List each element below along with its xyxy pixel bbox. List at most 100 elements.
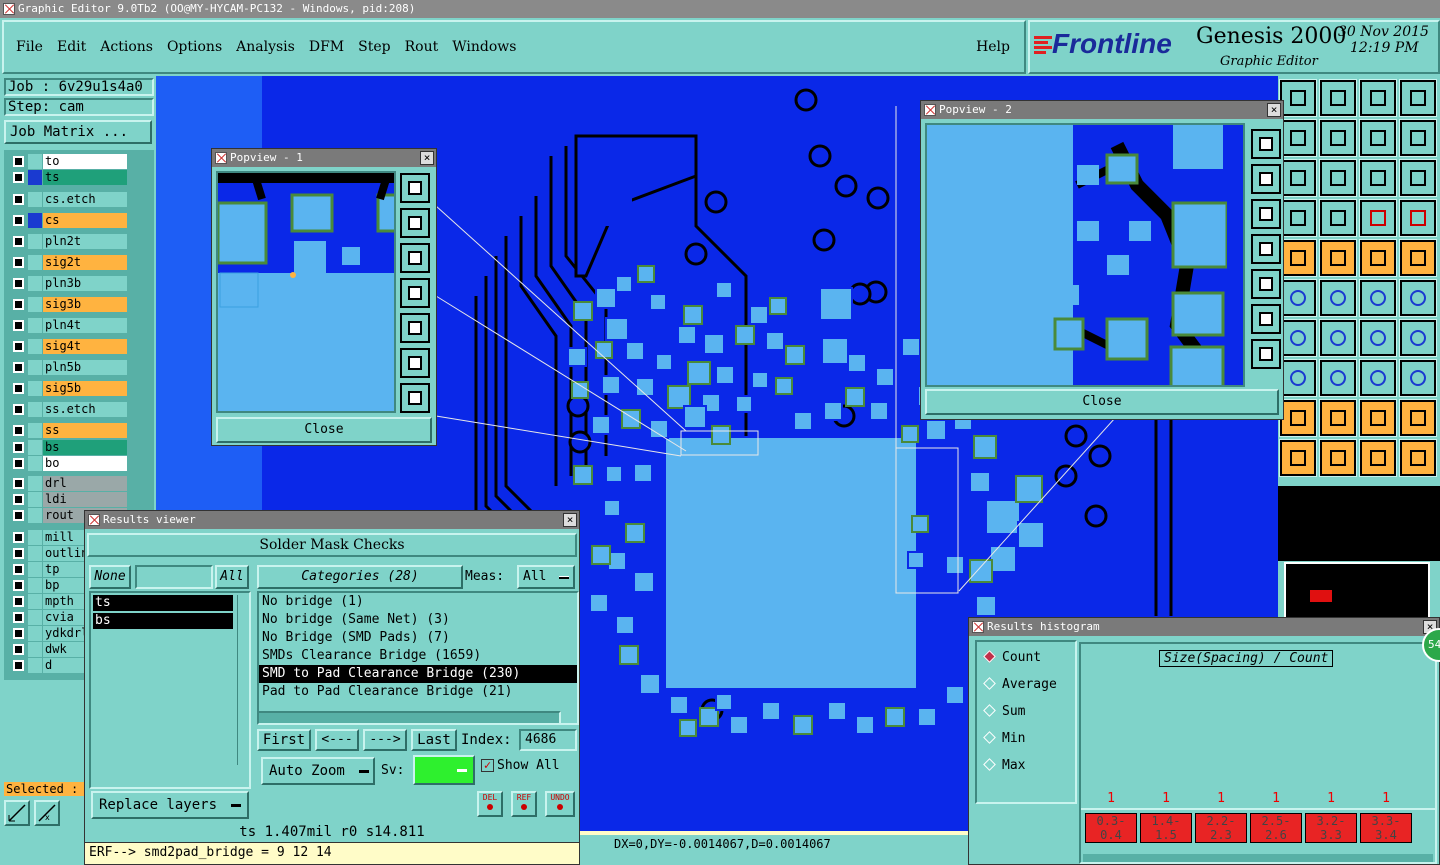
tool-ff-button[interactable]	[1399, 319, 1437, 357]
category-item[interactable]: SMD to Pad Clearance Bridge (230)	[259, 665, 577, 683]
results-viewer-close-icon[interactable]: ×	[563, 513, 577, 527]
layer-checkbox[interactable]	[13, 548, 24, 559]
popview-2-tool-0-button[interactable]	[1251, 129, 1281, 159]
layer-row-to[interactable]: to	[10, 154, 128, 169]
layer-row-ss.etch[interactable]: ss.etch	[10, 402, 128, 417]
tool-draw-button[interactable]	[1319, 239, 1357, 277]
tool-path-button[interactable]	[1399, 439, 1437, 477]
tool-zoom-home-button[interactable]	[1279, 79, 1317, 117]
layer-checkbox[interactable]	[13, 404, 24, 415]
layer-checkbox[interactable]	[13, 532, 24, 543]
first-button[interactable]: First	[257, 729, 311, 751]
prev-button[interactable]: <---	[315, 729, 359, 751]
tool-node-button[interactable]	[1279, 279, 1317, 317]
tool-shapes-button[interactable]	[1399, 359, 1437, 397]
histogram-option-min[interactable]: Min	[981, 729, 1025, 749]
histogram-bin-bar[interactable]: 3.3- 3.4	[1360, 813, 1412, 843]
popview-1-tool-2-button[interactable]	[400, 243, 430, 273]
next-button[interactable]: --->	[363, 729, 407, 751]
category-item[interactable]: SMDs Clearance Bridge (1659)	[259, 647, 577, 665]
tool-red-layer-button[interactable]	[1359, 199, 1397, 237]
histogram-bin-bar[interactable]: 2.2- 2.3	[1195, 813, 1247, 843]
layer-checkbox[interactable]	[13, 156, 24, 167]
replace-layers-dropdown[interactable]: Replace layers	[91, 791, 249, 819]
tool-home-icon-button[interactable]	[1359, 79, 1397, 117]
tool-window-icon-button[interactable]	[1399, 79, 1437, 117]
tool-dotted-box-button[interactable]	[1399, 239, 1437, 277]
index-input[interactable]: 4686	[519, 729, 577, 751]
histogram-bin-bar[interactable]: 2.5- 2.6	[1250, 813, 1302, 843]
layer-row-sig5b[interactable]: sig5b	[10, 381, 128, 396]
ref-button[interactable]: REF	[511, 791, 537, 817]
menu-analysis[interactable]: Analysis	[236, 39, 295, 55]
tool-link-2-button[interactable]	[1399, 279, 1437, 317]
layer-checkbox[interactable]	[13, 442, 24, 453]
undo-button[interactable]: UNDO	[545, 791, 575, 817]
histogram-option-max[interactable]: Max	[981, 756, 1025, 776]
overview-map[interactable]	[1284, 562, 1430, 620]
menu-windows[interactable]: Windows	[452, 39, 516, 55]
layer-checkbox[interactable]	[13, 478, 24, 489]
tool-triangle-2-button[interactable]	[1319, 399, 1357, 437]
layer-checkbox[interactable]	[13, 278, 24, 289]
tool-link-button[interactable]	[1359, 279, 1397, 317]
menu-dfm[interactable]: DFM	[309, 39, 344, 55]
menu-rout[interactable]: Rout	[405, 39, 439, 55]
menu-file[interactable]: File	[16, 39, 43, 55]
tool-center-button[interactable]	[1319, 159, 1357, 197]
layer-checkbox[interactable]	[13, 644, 24, 655]
layer-checkbox[interactable]	[13, 628, 24, 639]
tool-arrow-button[interactable]	[1279, 439, 1317, 477]
layers-list-item-1[interactable]: bs	[93, 613, 233, 629]
layer-checkbox[interactable]	[13, 172, 24, 183]
layer-checkbox[interactable]	[13, 510, 24, 521]
popview-2-close-icon[interactable]: ×	[1267, 103, 1281, 117]
tool-triangle-3-button[interactable]	[1359, 399, 1397, 437]
popview-1-tool-5-button[interactable]	[400, 348, 430, 378]
layer-checkbox[interactable]	[13, 257, 24, 268]
categories-hscrollbar[interactable]	[257, 711, 561, 725]
tool-snap-button[interactable]	[1399, 119, 1437, 157]
popview-2-tool-4-button[interactable]	[1251, 269, 1281, 299]
tool-add-button[interactable]	[1279, 239, 1317, 277]
tool-settings-button[interactable]	[1279, 199, 1317, 237]
category-item[interactable]: No bridge (Same Net) (3)	[259, 611, 577, 629]
tool-ruler-button[interactable]	[1359, 239, 1397, 277]
popview-1-tool-6-button[interactable]	[400, 383, 430, 413]
all-button[interactable]: All	[215, 565, 249, 589]
tool-measure-button[interactable]	[1359, 359, 1397, 397]
tool-red-layer-2-button[interactable]	[1399, 199, 1437, 237]
help-menu[interactable]: Help	[976, 39, 1010, 55]
last-button[interactable]: Last	[411, 729, 457, 751]
show-all-checkbox[interactable]: ✓	[481, 759, 494, 772]
layer-checkbox[interactable]	[13, 580, 24, 591]
tool-arrow-3-button[interactable]	[1359, 439, 1397, 477]
tool-help-button[interactable]	[1399, 159, 1437, 197]
none-button[interactable]: None	[89, 565, 131, 589]
menu-edit[interactable]: Edit	[57, 39, 86, 55]
tool-triangle-4-button[interactable]	[1399, 399, 1437, 437]
tool-cross-button[interactable]	[1319, 279, 1357, 317]
layer-row-drl[interactable]: drl	[10, 476, 128, 491]
histogram-bin-bar[interactable]: 3.2- 3.3	[1305, 813, 1357, 843]
tool-angle-button[interactable]	[1279, 319, 1317, 357]
del-button[interactable]: DEL	[477, 791, 503, 817]
layer-row-ldi[interactable]: ldi	[10, 492, 128, 507]
tool-screen-icon-button[interactable]	[1319, 79, 1357, 117]
layer-row-pln2t[interactable]: pln2t	[10, 234, 128, 249]
histogram-option-sum[interactable]: Sum	[981, 702, 1025, 722]
layer-row-pln5b[interactable]: pln5b	[10, 360, 128, 375]
tool-arrow-2-button[interactable]	[1319, 439, 1357, 477]
histogram-bin-bar[interactable]: 0.3- 0.4	[1085, 813, 1137, 843]
tool-drag-button[interactable]	[1279, 359, 1317, 397]
tool-zoom-in-button[interactable]	[1279, 119, 1317, 157]
layer-checkbox[interactable]	[13, 458, 24, 469]
popview-1-tool-0-button[interactable]	[400, 173, 430, 203]
layer-row-sig4t[interactable]: sig4t	[10, 339, 128, 354]
histogram-option-count[interactable]: Count	[981, 648, 1041, 668]
layers-list-item-0[interactable]: ts	[93, 595, 233, 611]
categories-button[interactable]: Categories (28)	[257, 565, 463, 589]
layer-checkbox[interactable]	[13, 564, 24, 575]
popview-2-tool-1-button[interactable]	[1251, 164, 1281, 194]
tool-sync-button[interactable]	[1359, 119, 1397, 157]
